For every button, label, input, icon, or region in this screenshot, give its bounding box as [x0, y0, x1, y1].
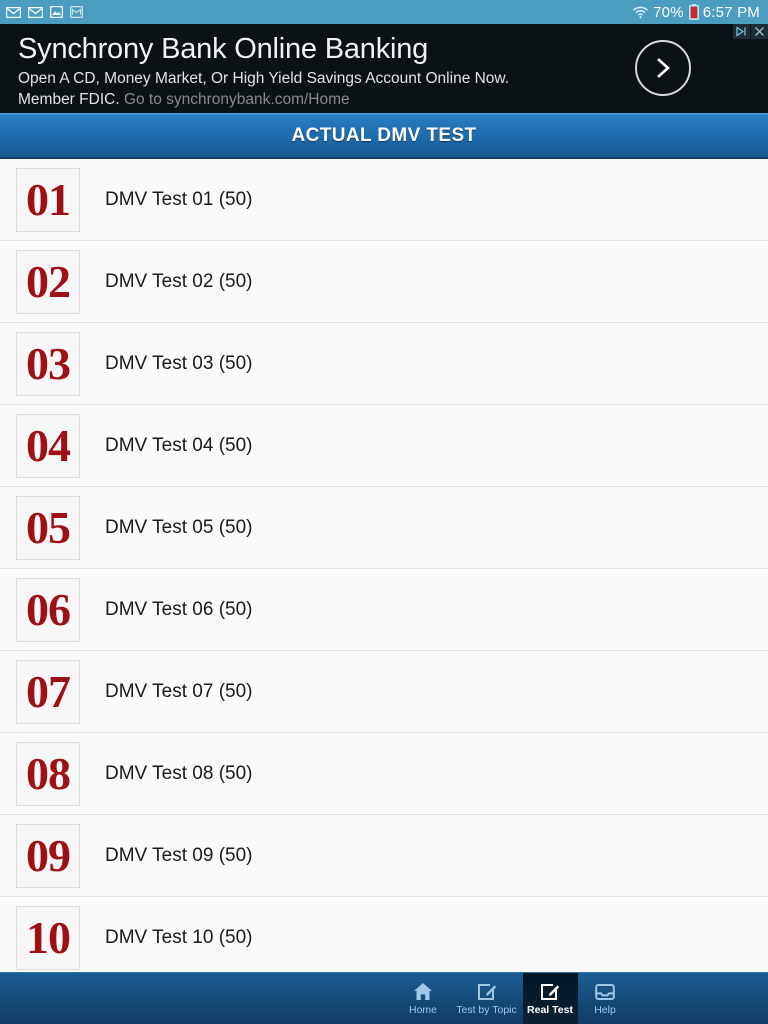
nav-item-label: Test by Topic [456, 1004, 517, 1016]
clock-label: 6:57 PM [702, 3, 760, 21]
adchoices-icon[interactable] [733, 24, 750, 39]
gmail-icon [69, 5, 84, 19]
ad-subtitle: Open A CD, Money Market, Or High Yield S… [18, 70, 510, 87]
ad-cta-button[interactable] [635, 40, 691, 96]
test-number-label: 08 [26, 747, 71, 799]
list-item-label: DMV Test 01 (50) [105, 188, 253, 210]
status-bar-notification-icons [5, 5, 84, 19]
test-number-label: 10 [26, 911, 71, 963]
test-number-label: 05 [26, 501, 71, 553]
edit-note-icon [539, 981, 561, 1002]
test-number-label: 01 [26, 173, 71, 225]
list-item-label: DMV Test 05 (50) [105, 516, 253, 538]
list-item[interactable]: 10 DMV Test 10 (50) [0, 897, 768, 972]
test-number-badge: 01 [16, 167, 80, 232]
list-item[interactable]: 05 DMV Test 05 (50) [0, 487, 768, 569]
status-bar-system-icons: 70% 6:57 PM [632, 4, 760, 21]
edit-note-icon [476, 981, 498, 1002]
test-number-label: 07 [26, 665, 71, 717]
ad-url-label: Go to synchronybank.com/Home [123, 91, 350, 108]
list-item[interactable]: 03 DMV Test 03 (50) [0, 323, 768, 405]
list-item[interactable]: 04 DMV Test 04 (50) [0, 405, 768, 487]
envelope-icon [27, 6, 44, 18]
nav-item-help[interactable]: Help [578, 973, 633, 1024]
test-number-badge: 02 [16, 249, 80, 314]
test-number-badge: 03 [16, 331, 80, 396]
test-number-label: 04 [26, 419, 71, 471]
nav-item-label: Help [594, 1004, 616, 1016]
page-title: ACTUAL DMV TEST [291, 125, 477, 146]
test-number-label: 02 [26, 255, 71, 307]
page-title-bar: ACTUAL DMV TEST [0, 113, 768, 159]
wifi-icon [632, 6, 649, 19]
nav-item-label: Real Test [527, 1004, 573, 1016]
app-root: 70% 6:57 PM Synchrony Bank Online Bankin… [0, 0, 768, 1024]
test-number-badge: 04 [16, 413, 80, 478]
bottom-navigation-bar[interactable]: Home Test by Topic Real Test Help [0, 972, 768, 1024]
image-icon [49, 5, 64, 19]
list-item-label: DMV Test 02 (50) [105, 270, 253, 292]
nav-item-home[interactable]: Home [396, 973, 451, 1024]
list-item-label: DMV Test 06 (50) [105, 598, 253, 620]
test-number-label: 06 [26, 583, 71, 635]
home-icon [412, 981, 434, 1002]
list-item-label: DMV Test 03 (50) [105, 352, 253, 374]
nav-item-real-test[interactable]: Real Test [522, 972, 578, 1024]
battery-percent-label: 70% [653, 3, 684, 21]
envelope-icon [5, 6, 22, 18]
inbox-icon [594, 981, 616, 1002]
list-item-label: DMV Test 09 (50) [105, 844, 253, 866]
ad-footer-line: Member FDIC. Go to synchronybank.com/Hom… [18, 89, 618, 110]
nav-item-test-by-topic[interactable]: Test by Topic [451, 973, 523, 1024]
test-number-badge: 07 [16, 659, 80, 724]
test-number-label: 09 [26, 829, 71, 881]
status-bar: 70% 6:57 PM [0, 0, 768, 24]
list-item[interactable]: 01 DMV Test 01 (50) [0, 159, 768, 241]
test-number-label: 03 [26, 337, 71, 389]
battery-low-icon [688, 4, 699, 20]
list-item-label: DMV Test 04 (50) [105, 434, 253, 456]
test-number-badge: 10 [16, 905, 80, 970]
list-item[interactable]: 06 DMV Test 06 (50) [0, 569, 768, 651]
close-icon[interactable] [751, 24, 768, 39]
list-item[interactable]: 02 DMV Test 02 (50) [0, 241, 768, 323]
advertisement-banner[interactable]: Synchrony Bank Online Banking Open A CD,… [0, 24, 768, 113]
list-item-label: DMV Test 07 (50) [105, 680, 253, 702]
test-number-badge: 08 [16, 741, 80, 806]
list-item-label: DMV Test 08 (50) [105, 762, 253, 784]
ad-fdic-label: Member FDIC. [18, 91, 120, 108]
test-number-badge: 09 [16, 823, 80, 888]
chevron-right-icon [653, 56, 673, 80]
list-item[interactable]: 09 DMV Test 09 (50) [0, 815, 768, 897]
nav-item-label: Home [408, 1004, 437, 1016]
test-number-badge: 05 [16, 495, 80, 560]
ad-badges [733, 24, 768, 39]
list-item[interactable]: 07 DMV Test 07 (50) [0, 651, 768, 733]
ad-title: Synchrony Bank Online Banking [18, 33, 429, 65]
ad-text-block: Synchrony Bank Online Banking Open A CD,… [18, 30, 618, 110]
list-item[interactable]: 08 DMV Test 08 (50) [0, 733, 768, 815]
test-number-badge: 06 [16, 577, 80, 642]
dmv-test-list[interactable]: 01 DMV Test 01 (50) 02 DMV Test 02 (50) 03 DM… [0, 159, 768, 972]
list-item-label: DMV Test 10 (50) [105, 926, 253, 948]
